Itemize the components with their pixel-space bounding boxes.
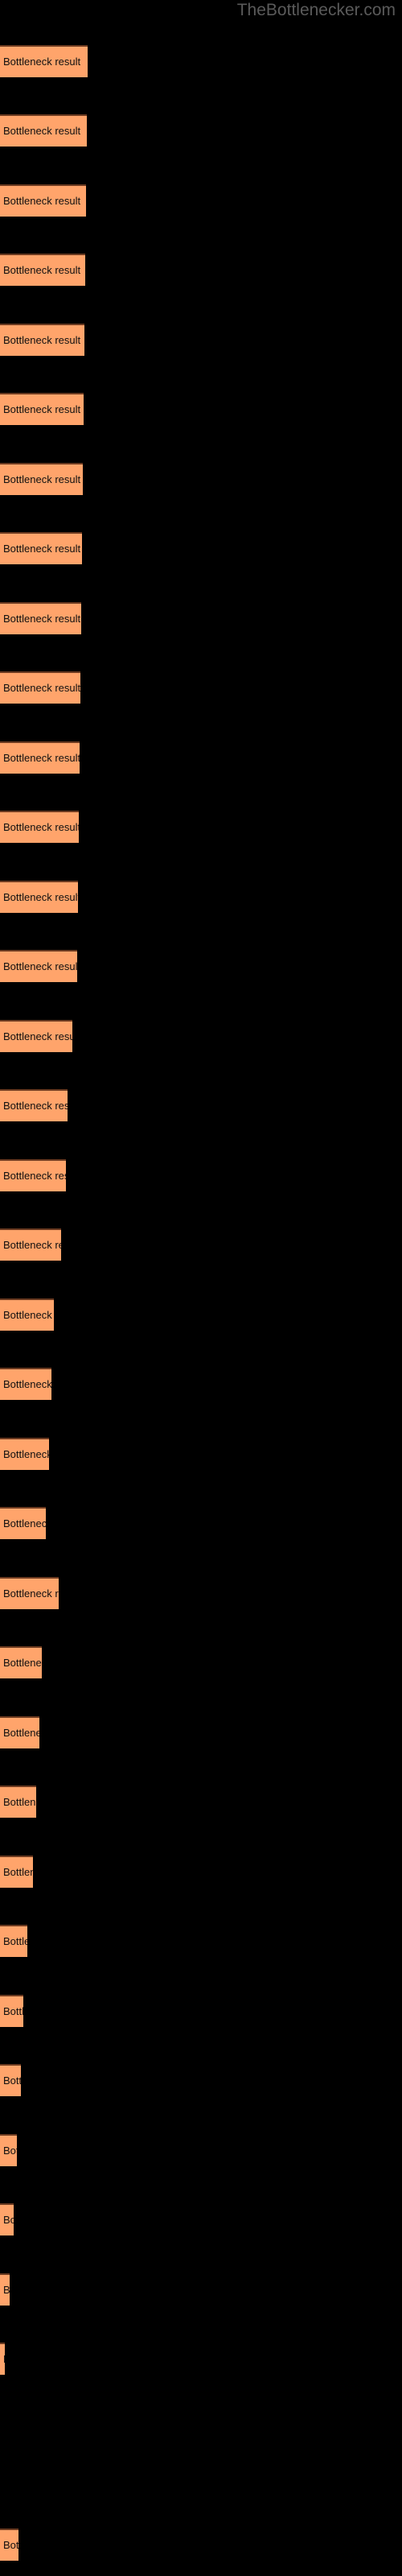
bar-label: Bottleneck result [3, 1796, 36, 1808]
bar-label: Bottleneck result [3, 1935, 27, 1947]
bar-label: Bottleneck result [3, 1448, 49, 1460]
bar-label: Bottleneck result [3, 1587, 59, 1600]
bar-label: Bottleneck result [3, 2353, 5, 2365]
bar[interactable]: Bottleneck result [0, 1020, 72, 1052]
bar-label: Bottleneck result [3, 1100, 68, 1112]
bar-label: Bottleneck result [3, 2214, 14, 2226]
bar-label: Bottleneck result [3, 2539, 18, 2551]
bar-label: Bottleneck result [3, 1170, 66, 1182]
bar-label: Bottleneck result [3, 2284, 10, 2296]
bar[interactable]: Bottleneck result [0, 254, 85, 286]
bar-label: Bottleneck result [3, 1239, 61, 1251]
bar[interactable]: Bottleneck result [0, 1785, 36, 1818]
bar[interactable]: Bottleneck result [0, 1298, 54, 1331]
bar-label: Bottleneck result [3, 682, 80, 694]
bar[interactable]: Bottleneck result [0, 1089, 68, 1121]
bar-label: Bottleneck result [3, 1866, 33, 1878]
bottleneck-bar-chart: TheBottlenecker.com Bottleneck result Bot… [0, 0, 402, 2576]
bar[interactable]: Bottleneck result [0, 2343, 5, 2375]
bar-label: Bottleneck result [3, 891, 78, 903]
bar[interactable]: Bottleneck result [0, 602, 81, 634]
bar[interactable]: Bottleneck result [0, 811, 79, 843]
bar[interactable]: Bottleneck result [0, 1438, 49, 1470]
bar-label: Bottleneck result [3, 960, 77, 972]
bar[interactable]: Bottleneck result [0, 463, 83, 495]
bar-label: Bottleneck result [3, 821, 79, 833]
bar-label: Bottleneck result [3, 264, 81, 276]
bar-label: Bottleneck result [3, 1657, 42, 1669]
bar[interactable]: Bottleneck result [0, 1856, 33, 1888]
bar-label: Bottleneck result [3, 543, 81, 555]
bar-label: Bottleneck result [3, 1517, 46, 1530]
bar[interactable]: Bottleneck result [0, 114, 87, 147]
bar-label: Bottleneck result [3, 2145, 17, 2157]
bar[interactable]: Bottleneck result [0, 2064, 21, 2096]
bar[interactable]: Bottleneck result [0, 1646, 42, 1678]
site-watermark: TheBottlenecker.com [236, 1, 396, 19]
bar[interactable]: Bottleneck result [0, 1577, 59, 1609]
bar[interactable]: Bottleneck result [0, 393, 84, 425]
bar-label: Bottleneck result [3, 2074, 21, 2087]
bar-label: Bottleneck result [3, 125, 81, 137]
bar-label: Bottleneck result [3, 195, 81, 207]
bar[interactable]: Bottleneck result [0, 1507, 46, 1539]
bar-label: Bottleneck result [3, 613, 81, 625]
bar-label: Bottleneck result [3, 1727, 39, 1739]
bar[interactable]: Bottleneck result [0, 2134, 17, 2166]
bar[interactable]: Bottleneck result [0, 1925, 27, 1957]
bar-label: Bottleneck result [3, 334, 81, 346]
bar-label: Bottleneck result [3, 1378, 51, 1390]
bar[interactable]: Bottleneck result [0, 1159, 66, 1191]
bar-label: Bottleneck result [3, 2005, 23, 2017]
bar-label: Bottleneck result [3, 403, 81, 415]
bar[interactable]: Bottleneck result [0, 45, 88, 77]
bar[interactable]: Bottleneck result [0, 2273, 10, 2306]
bar[interactable]: Bottleneck result [0, 950, 77, 982]
bar-label: Bottleneck result [3, 1309, 54, 1321]
bar-label: Bottleneck result [3, 1030, 72, 1042]
bar[interactable]: Bottleneck result [0, 881, 78, 913]
bar[interactable]: Bottleneck result [0, 1716, 39, 1748]
bar-label: Bottleneck result [3, 56, 81, 68]
bar-label: Bottleneck result [3, 752, 80, 764]
bar-label: Bottleneck result [3, 473, 81, 485]
bar[interactable]: Bottleneck result [0, 671, 80, 704]
bar[interactable]: Bottleneck result [0, 741, 80, 774]
bar[interactable]: Bottleneck result [0, 2529, 18, 2561]
bar[interactable]: Bottleneck result [0, 1228, 61, 1261]
bar[interactable]: Bottleneck result [0, 324, 84, 356]
bar[interactable]: Bottleneck result [0, 1368, 51, 1400]
bar[interactable]: Bottleneck result [0, 532, 82, 564]
bar[interactable]: Bottleneck result [0, 1995, 23, 2027]
bar[interactable]: Bottleneck result [0, 184, 86, 217]
bar[interactable]: Bottleneck result [0, 2203, 14, 2235]
